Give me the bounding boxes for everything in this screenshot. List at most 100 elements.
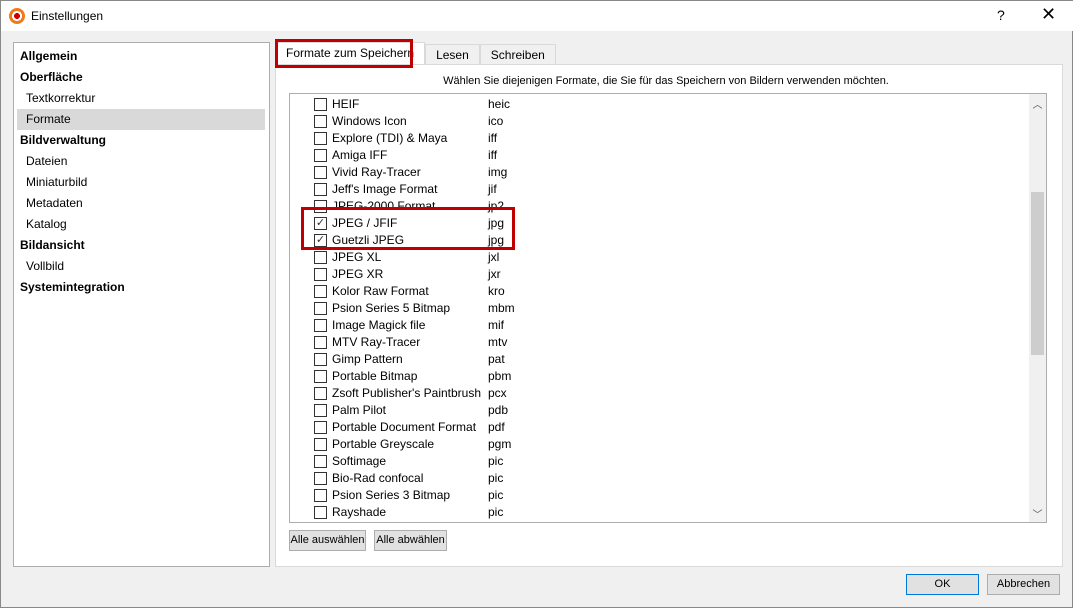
format-extension: kro [488, 284, 505, 298]
sidebar-item[interactable]: Vollbild [14, 256, 269, 277]
checkbox[interactable] [314, 455, 327, 468]
sidebar-item[interactable]: Systemintegration [14, 277, 269, 298]
format-name: Explore (TDI) & Maya [332, 131, 448, 145]
sidebar-item[interactable]: Formate [17, 109, 265, 130]
list-item[interactable]: Gimp Pattern pat [290, 351, 1030, 368]
list-item[interactable]: Rayshade pic [290, 504, 1030, 521]
checkbox[interactable] [314, 149, 327, 162]
sidebar-item[interactable]: Oberfläche [14, 67, 269, 88]
scrollbar-thumb[interactable] [1031, 192, 1044, 355]
list-item[interactable]: Vivid Ray-Tracer img [290, 164, 1030, 181]
checkbox[interactable] [314, 489, 327, 502]
checkbox[interactable] [314, 336, 327, 349]
format-name: Gimp Pattern [332, 352, 403, 366]
list-item[interactable]: Jeff's Image Format jif [290, 181, 1030, 198]
sidebar-item[interactable]: Textkorrektur [14, 88, 269, 109]
list-item[interactable]: JPEG XL jxl [290, 249, 1030, 266]
list-item[interactable]: Image Magick file mif [290, 317, 1030, 334]
format-extension: pic [488, 505, 504, 519]
checkbox[interactable] [314, 421, 327, 434]
list-item[interactable]: Portable Greyscale pgm [290, 436, 1030, 453]
format-name: Softimage [332, 454, 387, 468]
list-item[interactable]: Kolor Raw Format kro [290, 283, 1030, 300]
sidebar-item[interactable]: Bildverwaltung [14, 130, 269, 151]
checkbox[interactable] [314, 268, 327, 281]
checkbox[interactable] [314, 472, 327, 485]
select-all-button[interactable]: Alle auswählen [289, 530, 366, 551]
format-name: Portable Greyscale [332, 437, 435, 451]
format-extension: ico [488, 114, 504, 128]
app-icon [9, 8, 25, 24]
close-button[interactable]: ✕ [1041, 4, 1056, 25]
format-name: Rayshade [332, 505, 387, 519]
sidebar-item[interactable]: Katalog [14, 214, 269, 235]
list-item[interactable]: Portable Document Format pdf [290, 419, 1030, 436]
sidebar-item[interactable]: Allgemein [14, 46, 269, 67]
checkbox[interactable] [314, 166, 327, 179]
checkbox[interactable] [314, 438, 327, 451]
checkbox[interactable] [314, 183, 327, 196]
sidebar-item[interactable]: Dateien [14, 151, 269, 172]
list-item[interactable]: Portable Bitmap pbm [290, 368, 1030, 385]
format-name: MTV Ray-Tracer [332, 335, 421, 349]
help-button[interactable]: ? [997, 7, 1005, 23]
checkbox[interactable] [314, 370, 327, 383]
checkbox[interactable] [314, 98, 327, 111]
format-list: Rayshade pic Psion Series 3 Bitmap pic Bio-R… [289, 93, 1047, 523]
list-item[interactable]: Softimage pic [290, 453, 1030, 470]
format-extension: mbm [488, 301, 515, 315]
title-bar: Einstellungen ? ✕ [1, 1, 1073, 31]
list-item[interactable]: Amiga IFF iff [290, 147, 1030, 164]
tab[interactable]: Schreiben [479, 44, 556, 65]
format-name: HEIF [332, 97, 360, 111]
sidebar-item[interactable]: Bildansicht [14, 235, 269, 256]
format-extension: pbm [488, 369, 512, 383]
format-extension: img [488, 165, 508, 179]
format-name: JPEG XR [332, 267, 384, 281]
list-item[interactable]: Explore (TDI) & Maya iff [290, 130, 1030, 147]
checkbox[interactable] [314, 302, 327, 315]
format-extension: pic [488, 471, 504, 485]
list-item[interactable]: Psion Series 3 Bitmap pic [290, 487, 1030, 504]
scroll-up-icon[interactable]: ︿ [1029, 96, 1046, 111]
tab[interactable]: Lesen [425, 44, 480, 65]
checkbox[interactable] [314, 115, 327, 128]
list-item[interactable]: Palm Pilot pdb [290, 402, 1030, 419]
checkbox[interactable] [314, 404, 327, 417]
scroll-down-icon[interactable]: ﹀ [1029, 506, 1046, 521]
cancel-button[interactable]: Abbrechen [987, 574, 1060, 595]
format-name: Jeff's Image Format [332, 182, 438, 196]
format-extension: mtv [488, 335, 508, 349]
checkbox[interactable] [314, 251, 327, 264]
format-extension: pic [488, 454, 504, 468]
format-name: Portable Document Format [332, 420, 477, 434]
checkbox[interactable] [314, 387, 327, 400]
list-item[interactable]: Zsoft Publisher's Paintbrush pcx [290, 385, 1030, 402]
format-name: Psion Series 5 Bitmap [332, 301, 451, 315]
checkbox[interactable] [314, 285, 327, 298]
list-item[interactable]: HEIF heic [290, 96, 1030, 113]
format-extension: pcx [488, 386, 507, 400]
checkbox[interactable] [314, 353, 327, 366]
format-extension: iff [488, 131, 498, 145]
format-name: Image Magick file [332, 318, 426, 332]
deselect-all-button[interactable]: Alle abwählen [374, 530, 447, 551]
list-item[interactable]: Psion Series 5 Bitmap mbm [290, 300, 1030, 317]
list-item[interactable]: MTV Ray-Tracer mtv [290, 334, 1030, 351]
checkbox[interactable] [314, 506, 327, 519]
highlight-jpeg-rows [301, 207, 515, 250]
description: Wählen Sie diejenigen Formate, die Sie f… [443, 75, 889, 87]
sidebar-item[interactable]: Metadaten [14, 193, 269, 214]
ok-button[interactable]: OK [906, 574, 979, 595]
checkbox[interactable] [314, 319, 327, 332]
format-name: Vivid Ray-Tracer [332, 165, 421, 179]
checkbox[interactable] [314, 132, 327, 145]
sidebar-item[interactable]: Miniaturbild [14, 172, 269, 193]
list-item[interactable]: JPEG XR jxr [290, 266, 1030, 283]
list-item[interactable]: Bio-Rad confocal pic [290, 470, 1030, 487]
highlight-tab [275, 39, 413, 68]
format-extension: heic [488, 97, 511, 111]
format-name: Palm Pilot [332, 403, 387, 417]
format-extension: pic [488, 488, 504, 502]
list-item[interactable]: Windows Icon ico [290, 113, 1030, 130]
